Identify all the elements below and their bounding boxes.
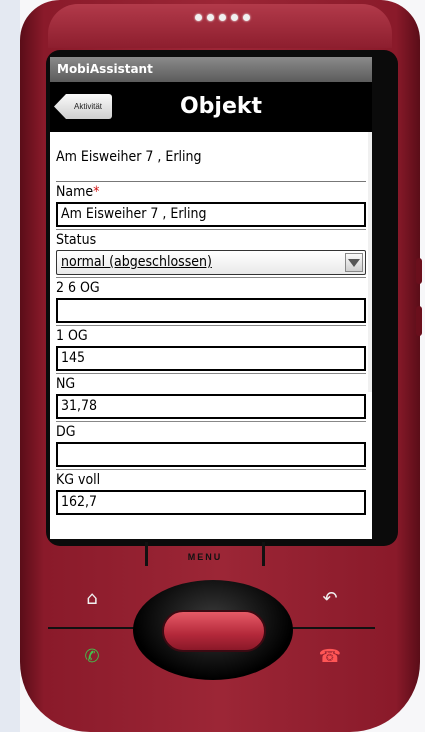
menu-button[interactable]: MENU bbox=[140, 540, 270, 576]
field-kg-voll: KG voll 162,7 bbox=[56, 471, 366, 517]
app-name-bar: MobiAssistant bbox=[50, 57, 372, 82]
field-2-6-og: 2 6 OG bbox=[56, 279, 366, 326]
field-ng: NG 31,78 bbox=[56, 375, 366, 422]
ng-label: NG bbox=[56, 376, 76, 392]
og1-label: 1 OG bbox=[56, 328, 88, 344]
form-content: Am Eisweiher 7 , Erling Name* Am Eisweih… bbox=[50, 132, 372, 517]
app-screen: MobiAssistant Aktivität Objekt Am Eiswei… bbox=[50, 57, 372, 539]
status-value: normal (abgeschlossen) bbox=[61, 254, 212, 270]
dg-input[interactable] bbox=[56, 442, 366, 467]
required-marker: * bbox=[93, 184, 100, 200]
back-icon[interactable]: ↶ bbox=[318, 587, 342, 611]
og26-label: 2 6 OG bbox=[56, 280, 100, 296]
call-icon[interactable]: ✆ bbox=[80, 645, 104, 669]
name-input[interactable]: Am Eisweiher 7 , Erling bbox=[56, 202, 366, 227]
menu-label: MENU bbox=[187, 552, 223, 562]
kg-input[interactable]: 162,7 bbox=[56, 490, 366, 515]
object-header: Am Eisweiher 7 , Erling bbox=[56, 132, 366, 182]
kg-label: KG voll bbox=[56, 472, 101, 488]
volume-up-button[interactable] bbox=[416, 258, 422, 284]
name-label: Name* bbox=[56, 184, 100, 200]
og1-input[interactable]: 145 bbox=[56, 346, 366, 371]
page-title: Objekt bbox=[179, 94, 263, 119]
home-icon[interactable]: ⌂ bbox=[80, 587, 104, 611]
dg-label: DG bbox=[56, 424, 76, 440]
og26-input[interactable] bbox=[56, 298, 366, 323]
title-bar: Aktivität Objekt bbox=[50, 82, 372, 132]
field-status: Status normal (abgeschlossen) bbox=[56, 231, 366, 278]
dropdown-arrow-icon[interactable] bbox=[345, 253, 363, 272]
divider-line-right bbox=[285, 627, 375, 629]
field-1-og: 1 OG 145 bbox=[56, 327, 366, 374]
ng-input[interactable]: 31,78 bbox=[56, 394, 366, 419]
volume-down-button[interactable] bbox=[416, 306, 422, 336]
field-name: Name* Am Eisweiher 7 , Erling bbox=[56, 183, 366, 230]
center-select-button[interactable] bbox=[162, 610, 266, 652]
end-call-icon[interactable]: ☎ bbox=[318, 645, 342, 669]
divider-line-left bbox=[48, 627, 140, 629]
speaker-grille bbox=[195, 14, 265, 26]
field-dg: DG bbox=[56, 423, 366, 470]
scrollbar[interactable] bbox=[368, 132, 372, 392]
device-top bbox=[48, 4, 392, 48]
status-select[interactable]: normal (abgeschlossen) bbox=[56, 250, 366, 275]
background-strip bbox=[0, 0, 20, 732]
status-label: Status bbox=[56, 232, 97, 248]
